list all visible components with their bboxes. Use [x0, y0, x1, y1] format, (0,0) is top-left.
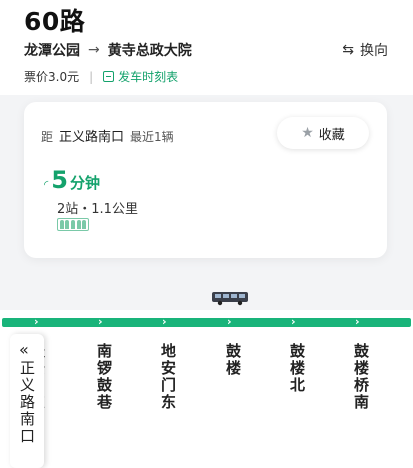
- nearest-label: 最近1辆: [130, 130, 174, 144]
- stop-name[interactable]: 鼓楼: [224, 343, 244, 377]
- crowd-level-icon: [57, 218, 89, 231]
- divider: |: [89, 69, 94, 84]
- distance-info: 2站・1.1公里: [57, 202, 138, 217]
- route-number: 60路: [24, 7, 86, 36]
- timetable-icon: [103, 71, 115, 82]
- route-endpoints: 龙潭公园 → 黄寺总政大院: [24, 40, 192, 60]
- selected-stop-name[interactable]: 正义路南口: [59, 126, 124, 145]
- swap-icon: ⇆: [342, 42, 354, 58]
- chevron-right-icon: ›: [98, 315, 103, 328]
- route-header: 60路 龙潭公园 → 黄寺总政大院 ⇆ 换向 票价3.0元 | 发车时刻表: [0, 0, 413, 95]
- bus-icon[interactable]: [211, 290, 249, 306]
- star-icon: ★: [301, 125, 314, 141]
- person-icon: [65, 220, 70, 229]
- stop-name[interactable]: 鼓楼北: [288, 343, 308, 394]
- arrival-card: 距 正义路南口 最近1辆 ★ 收藏 ◜ 5 分钟 2站・1.1公里: [24, 102, 387, 258]
- person-icon: [59, 220, 64, 229]
- fare-row: 票价3.0元 | 发车时刻表: [24, 68, 178, 85]
- current-stop-name: 正义路南口: [18, 360, 36, 445]
- stop-name[interactable]: 南锣鼓巷: [95, 343, 115, 411]
- chevron-right-icon: ›: [34, 315, 39, 328]
- collect-button[interactable]: ★ 收藏: [277, 117, 369, 149]
- person-icon: [76, 220, 81, 229]
- person-icon: [70, 220, 75, 229]
- timetable-link[interactable]: 发车时刻表: [103, 68, 178, 85]
- collapse-left-icon[interactable]: «: [19, 340, 29, 359]
- route-line-map[interactable]: › › › › › › 天安门东 南锣鼓巷 地安门东 鼓楼 鼓楼北 鼓楼桥南 «…: [0, 310, 413, 468]
- direction-arrow-icon: →: [88, 42, 100, 58]
- stop-name[interactable]: 鼓楼桥南: [352, 343, 372, 411]
- chevron-right-icon: ›: [291, 315, 296, 328]
- route-to: 黄寺总政大院: [107, 43, 192, 59]
- chevron-right-icon: ›: [227, 315, 232, 328]
- realtime-signal-icon: ◜: [44, 178, 49, 191]
- stop-info: 距 正义路南口 最近1辆: [41, 126, 174, 145]
- chevron-right-icon: ›: [355, 315, 360, 328]
- distance-prefix: 距: [41, 130, 54, 144]
- route-bar: [2, 318, 411, 327]
- route-from: 龙潭公园: [24, 43, 80, 59]
- person-icon: [82, 220, 87, 229]
- chevron-right-icon: ›: [162, 315, 167, 328]
- stop-name[interactable]: 地安门东: [159, 343, 179, 411]
- eta-value: 5: [51, 166, 68, 194]
- timetable-label: 发车时刻表: [118, 70, 179, 84]
- current-stop-panel[interactable]: « 正义路南口: [10, 334, 44, 468]
- fare-text: 票价3.0元: [24, 70, 80, 84]
- switch-direction-button[interactable]: ⇆ 换向: [342, 40, 388, 60]
- eta-unit: 分钟: [69, 174, 100, 192]
- collect-label: 收藏: [318, 127, 345, 143]
- switch-label: 换向: [360, 43, 388, 59]
- eta: ◜ 5 分钟: [44, 166, 100, 194]
